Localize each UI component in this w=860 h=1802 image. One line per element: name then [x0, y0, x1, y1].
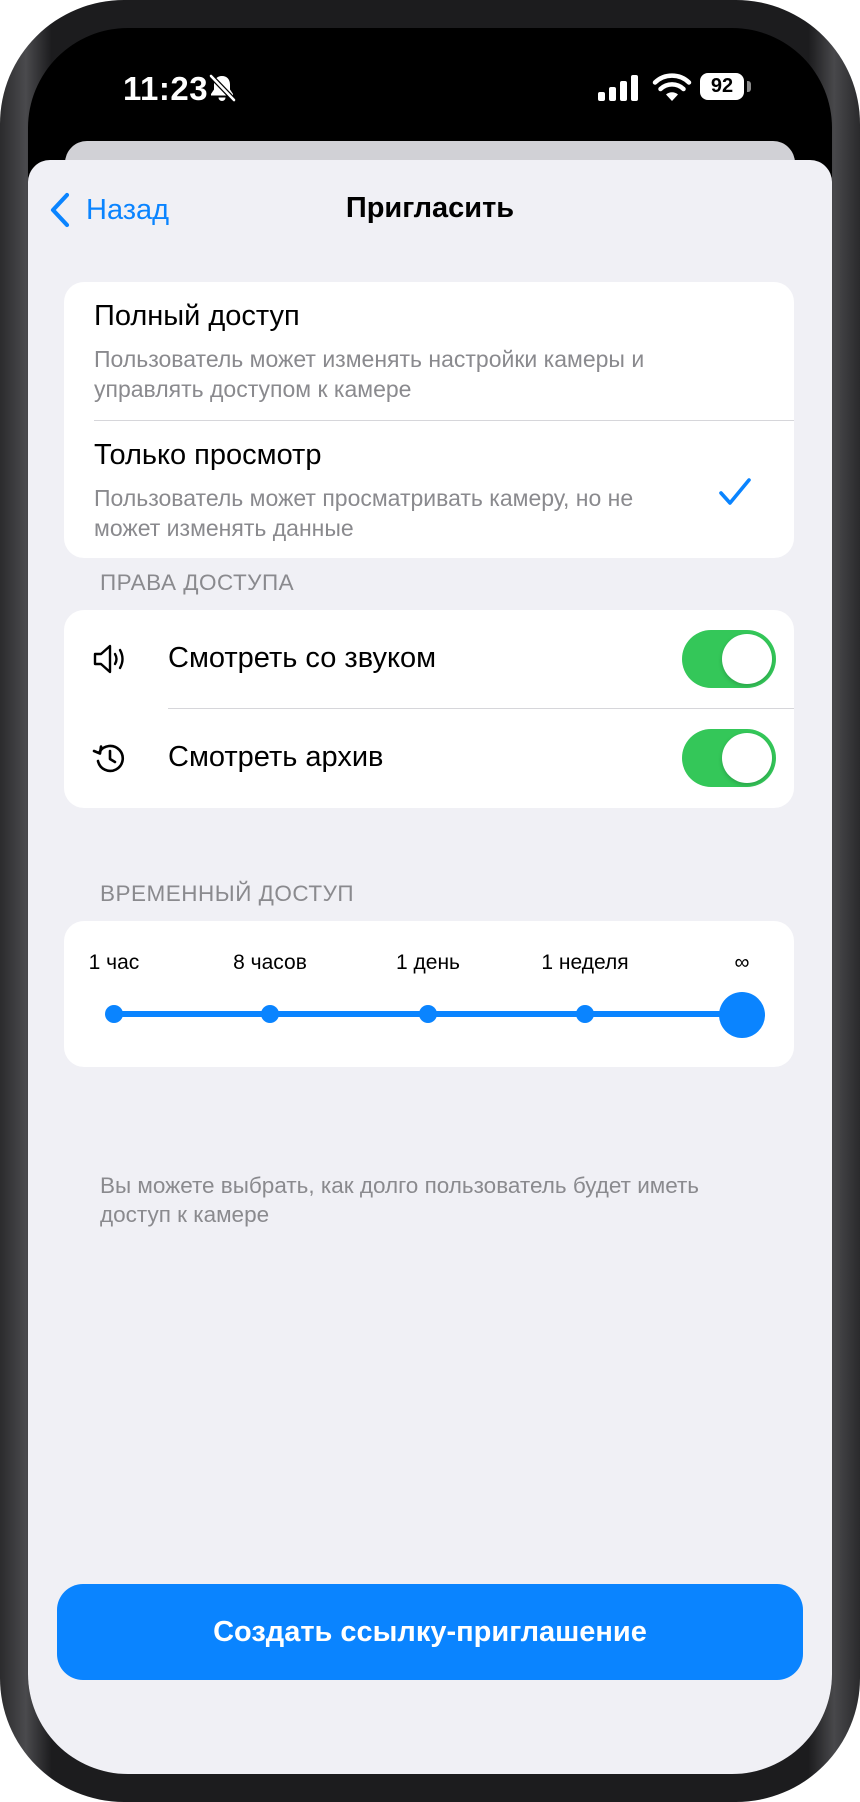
invite-sheet: Назад Пригласить Полный доступ Пользоват…: [28, 160, 832, 1774]
duration-label: 1 неделя: [541, 951, 629, 974]
navigation-bar: Назад Пригласить: [28, 160, 832, 260]
phone-frame: 11:23 92 Назад Пригласить Полный доступ …: [0, 0, 860, 1802]
permission-row-archive: Смотреть архив: [64, 709, 794, 807]
permission-label: Смотреть со звуком: [168, 642, 437, 674]
status-time: 11:23: [123, 70, 209, 107]
duration-step[interactable]: [105, 1005, 123, 1023]
option-description: Пользователь может просматривать камеру,…: [94, 485, 634, 541]
toggle-knob: [722, 634, 772, 684]
bell-slash-icon: [209, 74, 236, 102]
status-bar: 11:23 92: [28, 28, 832, 148]
permissions-card: Смотреть со звуком Смотреть архив: [64, 610, 794, 808]
duration-step[interactable]: [576, 1005, 594, 1023]
wifi-icon: [652, 73, 692, 101]
duration-label: 1 час: [88, 951, 140, 974]
archive-toggle[interactable]: [682, 729, 776, 787]
duration-card: 1 час 8 часов 1 день 1 неделя ∞: [64, 921, 794, 1067]
permission-label: Смотреть архив: [168, 741, 384, 773]
temporary-access-header: ВРЕМЕННЫЙ ДОСТУП: [100, 881, 355, 906]
signal-icon: [598, 75, 638, 101]
permissions-header: ПРАВА ДОСТУПА: [100, 570, 295, 595]
duration-label: 8 часов: [233, 951, 307, 974]
option-title: Только просмотр: [94, 439, 322, 471]
option-view-only[interactable]: Только просмотр Пользователь может просм…: [64, 421, 794, 558]
screen: 11:23 92 Назад Пригласить Полный доступ …: [28, 28, 832, 1774]
access-level-card: Полный доступ Пользователь может изменят…: [64, 282, 794, 558]
create-invite-link-button[interactable]: Создать ссылку-приглашение: [57, 1584, 803, 1680]
history-icon: [92, 744, 125, 773]
option-title: Полный доступ: [94, 300, 300, 332]
duration-step[interactable]: [419, 1005, 437, 1023]
option-full-access[interactable]: Полный доступ Пользователь может изменят…: [64, 282, 794, 420]
duration-label: 1 день: [396, 951, 460, 974]
duration-step[interactable]: [261, 1005, 279, 1023]
duration-label: ∞: [734, 951, 750, 974]
permission-row-sound: Смотреть со звуком: [64, 610, 794, 708]
speaker-icon: [93, 644, 124, 674]
battery-icon: 92: [700, 73, 744, 100]
duration-hint: Вы можете выбрать, как долго пользовател…: [100, 1173, 700, 1227]
checkmark-icon: [719, 478, 751, 505]
sound-toggle[interactable]: [682, 630, 776, 688]
page-title: Пригласить: [345, 192, 515, 224]
battery-cap: [747, 81, 751, 92]
toggle-knob: [722, 733, 772, 783]
option-description: Пользователь может изменять настройки ка…: [94, 346, 645, 402]
duration-slider-thumb[interactable]: [719, 992, 765, 1038]
